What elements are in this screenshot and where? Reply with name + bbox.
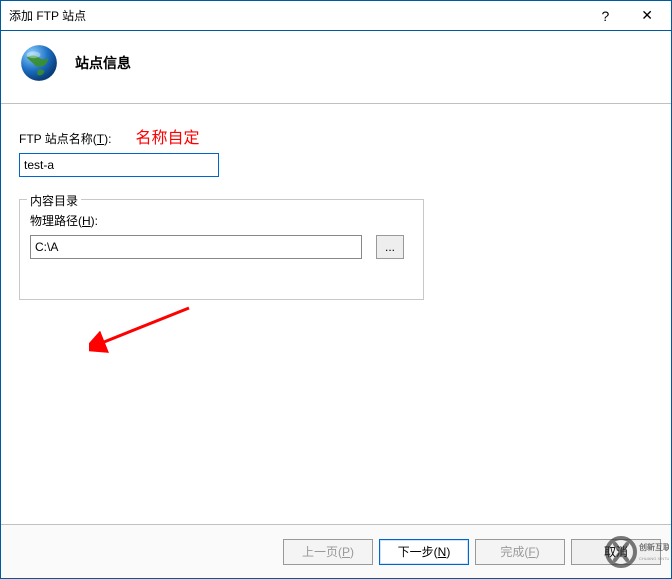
next-button[interactable]: 下一步(N)	[379, 539, 469, 565]
site-name-label: FTP 站点名称(T):	[19, 130, 111, 147]
window-controls: ? ✕	[595, 3, 671, 28]
close-button[interactable]: ✕	[635, 3, 659, 28]
annotation-arrow-icon	[89, 304, 199, 354]
window-title: 添加 FTP 站点	[9, 7, 595, 24]
previous-button: 上一页(P)	[283, 539, 373, 565]
wizard-header: 站点信息	[1, 31, 671, 104]
finish-button: 完成(F)	[475, 539, 565, 565]
content-area: FTP 站点名称(T): 名称自定 内容目录 物理路径(H): ...	[1, 104, 671, 524]
wizard-footer: 上一页(P) 下一步(N) 完成(F) 取消	[1, 524, 671, 578]
help-button[interactable]: ?	[595, 4, 615, 28]
svg-text:创新互联: 创新互联	[638, 542, 669, 552]
watermark-logo-icon: 创新互联 CHUANG XINTU LIAN	[603, 530, 669, 574]
titlebar: 添加 FTP 站点 ? ✕	[1, 1, 671, 31]
globe-icon	[17, 41, 61, 85]
physical-path-label: 物理路径(H):	[30, 212, 413, 229]
groupbox-legend: 内容目录	[27, 192, 81, 209]
site-name-row: FTP 站点名称(T): 名称自定	[19, 124, 653, 153]
site-name-input[interactable]	[19, 153, 219, 177]
browse-button[interactable]: ...	[376, 235, 404, 259]
content-directory-group: 内容目录 物理路径(H): ...	[19, 199, 424, 300]
annotation-text: 名称自定	[135, 124, 199, 148]
header-title: 站点信息	[75, 53, 131, 73]
dialog-add-ftp-site: 添加 FTP 站点 ? ✕ 站点信息 FTP 站点名称(T):	[0, 0, 672, 579]
physical-path-input[interactable]	[30, 235, 362, 259]
path-row: ...	[30, 235, 413, 259]
svg-text:CHUANG XINTU LIAN: CHUANG XINTU LIAN	[639, 556, 669, 561]
